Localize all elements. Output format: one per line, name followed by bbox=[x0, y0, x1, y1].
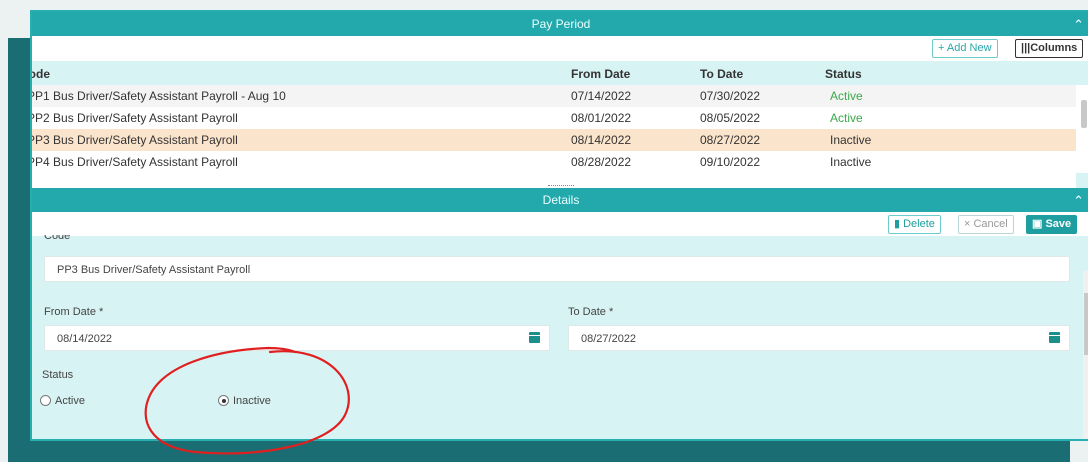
cell-to-date: 09/10/2022 bbox=[700, 155, 761, 169]
cell-to-date: 08/05/2022 bbox=[700, 111, 761, 125]
table-row[interactable]: PP4 Bus Driver/Safety Assistant Payroll … bbox=[32, 151, 1076, 173]
collapse-chevron-icon[interactable]: ⌃ bbox=[1073, 13, 1084, 37]
cancel-button[interactable]: × Cancel bbox=[958, 215, 1014, 234]
columns-button[interactable]: |||Columns bbox=[1015, 39, 1084, 58]
pay-period-title: Pay Period bbox=[531, 17, 591, 31]
save-button[interactable]: ▣ Save bbox=[1026, 215, 1078, 234]
radio-checked-icon[interactable] bbox=[218, 395, 229, 406]
cell-code: PP4 Bus Driver/Safety Assistant Payroll bbox=[30, 155, 238, 169]
cell-status: Active bbox=[830, 89, 863, 103]
details-scrollbar-thumb[interactable] bbox=[1084, 293, 1088, 355]
collapse-chevron-icon[interactable]: ⌃ bbox=[1073, 189, 1084, 213]
cell-code: PP1 Bus Driver/Safety Assistant Payroll … bbox=[30, 89, 286, 103]
details-scrollbar[interactable] bbox=[1083, 271, 1088, 439]
cell-status: Active bbox=[830, 111, 863, 125]
column-header-from-date[interactable]: From Date bbox=[571, 63, 630, 85]
details-title: Details bbox=[542, 193, 580, 207]
cell-code: PP2 Bus Driver/Safety Assistant Payroll bbox=[30, 111, 238, 125]
calendar-icon[interactable] bbox=[1049, 332, 1060, 343]
cell-from-date: 08/14/2022 bbox=[571, 133, 632, 147]
column-header-code[interactable]: Code bbox=[32, 63, 50, 85]
table-header: Code From Date To Date Status bbox=[32, 63, 1088, 85]
cell-to-date: 08/27/2022 bbox=[700, 133, 761, 147]
column-header-status[interactable]: Status bbox=[825, 63, 862, 85]
table-scrollbar[interactable] bbox=[1076, 85, 1088, 173]
radio-icon[interactable] bbox=[40, 395, 51, 406]
calendar-icon[interactable] bbox=[529, 332, 540, 343]
pay-period-toolbar: + Add New |||Columns bbox=[32, 36, 1088, 61]
table-scrollbar-thumb[interactable] bbox=[1081, 100, 1087, 128]
cell-from-date: 07/14/2022 bbox=[571, 89, 632, 103]
floppy-icon: ▣ bbox=[1032, 218, 1046, 230]
code-input[interactable]: PP3 Bus Driver/Safety Assistant Payroll bbox=[44, 256, 1070, 282]
table-row[interactable]: PP2 Bus Driver/Safety Assistant Payroll … bbox=[32, 107, 1076, 129]
details-toolbar: ▮ Delete × Cancel ▣ Save bbox=[32, 212, 1088, 236]
cell-status: Inactive bbox=[830, 155, 872, 169]
code-label: Code bbox=[44, 235, 71, 242]
table-row-selected[interactable]: PP3 Bus Driver/Safety Assistant Payroll … bbox=[32, 129, 1076, 151]
cell-from-date: 08/28/2022 bbox=[571, 155, 632, 169]
trash-icon: ▮ bbox=[894, 218, 904, 230]
cell-status: Inactive bbox=[830, 133, 872, 147]
from-date-input[interactable]: 08/14/2022 bbox=[44, 325, 550, 351]
app-window: Pay Period ⌃ + Add New |||Columns Code F… bbox=[30, 10, 1088, 441]
cell-to-date: 07/30/2022 bbox=[700, 89, 761, 103]
delete-button[interactable]: ▮ Delete bbox=[888, 215, 941, 234]
status-label: Status bbox=[42, 369, 74, 381]
status-radio-inactive[interactable]: Inactive bbox=[218, 394, 271, 408]
status-radio-active[interactable]: Active bbox=[40, 394, 85, 408]
cell-code: PP3 Bus Driver/Safety Assistant Payroll bbox=[30, 133, 238, 147]
from-date-label: From Date * bbox=[44, 306, 104, 318]
details-header[interactable]: Details ⌃ bbox=[32, 188, 1088, 212]
to-date-label: To Date * bbox=[568, 306, 614, 318]
table-row[interactable]: PP1 Bus Driver/Safety Assistant Payroll … bbox=[32, 85, 1076, 107]
column-header-to-date[interactable]: To Date bbox=[700, 63, 743, 85]
add-new-button[interactable]: + Add New bbox=[932, 39, 998, 58]
cell-from-date: 08/01/2022 bbox=[571, 111, 632, 125]
to-date-input[interactable]: 08/27/2022 bbox=[568, 325, 1070, 351]
pay-period-header[interactable]: Pay Period ⌃ bbox=[32, 12, 1088, 36]
